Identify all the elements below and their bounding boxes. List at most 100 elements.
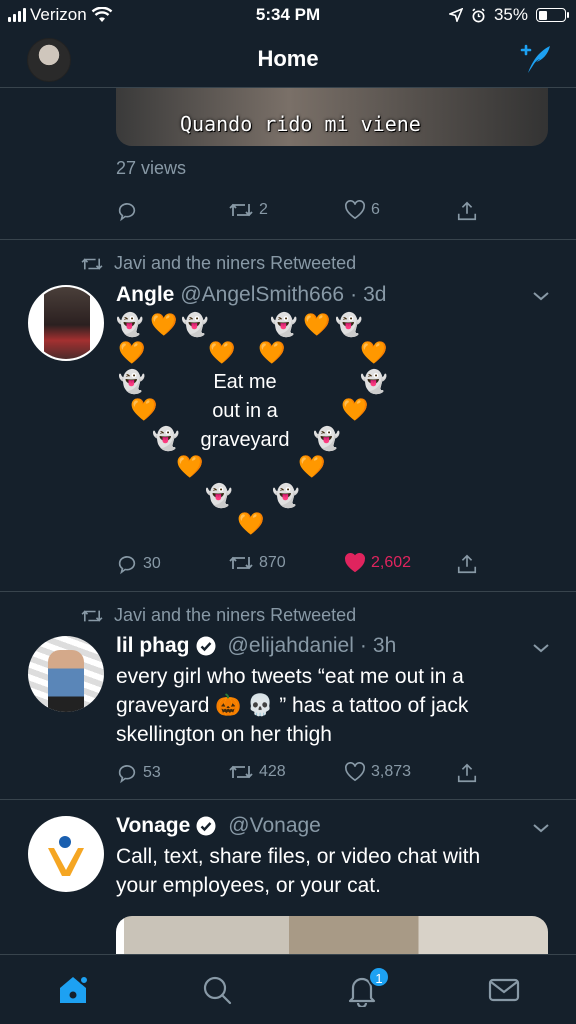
like-icon (345, 762, 365, 782)
share-icon (457, 201, 477, 221)
avatar[interactable] (28, 636, 104, 712)
chevron-down-icon[interactable] (532, 642, 550, 654)
verified-icon (196, 636, 215, 656)
like-count: 3,873 (371, 763, 412, 780)
tweet-text-line: your employees, or your cat. (116, 874, 381, 897)
share-button[interactable] (456, 553, 478, 575)
chevron-down-icon[interactable] (532, 822, 550, 834)
tweet-header: Vonage @Vonage (116, 814, 321, 838)
retweet-icon (229, 765, 253, 779)
divider (0, 591, 576, 592)
orange-heart-emoji: 🧡 (258, 340, 286, 365)
tweet-text-line: every girl who tweets “eat me out in a (116, 665, 464, 688)
like-count: 2,602 (371, 554, 412, 571)
like-icon (345, 200, 365, 220)
like-count: 6 (371, 201, 380, 218)
video-caption: Quando rido mi viene (180, 112, 421, 136)
reply-count: 53 (143, 764, 161, 781)
display-name[interactable]: Vonage (116, 814, 190, 838)
orange-heart-emoji: 🧡 (130, 397, 158, 422)
skull-emoji: 💀 (247, 694, 274, 717)
separator-dot: · (359, 634, 367, 657)
share-icon (457, 554, 477, 574)
reply-button[interactable]: 30 (116, 553, 161, 575)
tweet-header: lil phag @elijahdaniel · 3h (116, 634, 396, 658)
like-button[interactable]: 2,602 (344, 553, 411, 573)
ghost-emoji: 👻 (272, 483, 300, 508)
handle[interactable]: @elijahdaniel (228, 634, 354, 658)
orange-heart-emoji: 🧡 (237, 511, 265, 536)
retweeted-by[interactable]: Javi and the niners Retweeted (80, 605, 356, 626)
divider (0, 239, 576, 240)
retweeted-by-label: Javi and the niners Retweeted (114, 605, 357, 625)
tweet-text-fragment: ” has a tattoo of jack (279, 694, 469, 717)
retweeted-by-label: Javi and the niners Retweeted (114, 253, 357, 273)
ghost-emoji: 👻 (270, 312, 298, 337)
like-button[interactable]: 3,873 (344, 762, 411, 782)
tweet-video-media[interactable]: Quando rido mi viene (116, 88, 548, 146)
top-nav-bar: Home (0, 30, 576, 88)
search-icon[interactable] (200, 973, 234, 1007)
divider (0, 799, 576, 800)
reply-count: 30 (143, 555, 161, 572)
retweet-icon (229, 556, 253, 570)
orange-heart-emoji: 🧡 (176, 454, 204, 479)
verified-icon (196, 816, 216, 836)
compose-icon[interactable] (516, 42, 552, 76)
handle[interactable]: @AngelSmith666 (180, 283, 344, 307)
orange-heart-emoji: 🧡 (341, 397, 369, 422)
orange-heart-emoji: 🧡 (150, 312, 178, 337)
orange-heart-emoji: 🧡 (360, 340, 388, 365)
view-count: 27 views (116, 158, 187, 178)
share-button[interactable] (456, 200, 478, 222)
share-button[interactable] (456, 762, 478, 784)
retweet-button[interactable]: 870 (228, 553, 286, 573)
retweet-button[interactable]: 2 (228, 200, 268, 220)
reply-icon (118, 203, 136, 222)
orange-heart-emoji: 🧡 (303, 312, 331, 337)
home-icon[interactable] (56, 973, 90, 1007)
tweet-text: every girl who tweets “eat me out in a g… (116, 662, 536, 749)
battery-percent: 35% (493, 5, 528, 24)
tweet-text-line: skellington on her thigh (116, 723, 332, 746)
share-icon (457, 763, 477, 783)
like-button[interactable]: 6 (344, 200, 380, 220)
display-name[interactable]: Angle (116, 283, 174, 307)
tweet-actions: 30 870 2,602 (116, 553, 478, 579)
tweet-text-line: Call, text, share files, or video chat w… (116, 845, 481, 868)
battery-icon (536, 8, 569, 22)
ghost-emoji: 👻 (335, 312, 363, 337)
reply-button[interactable] (116, 200, 138, 222)
messages-icon[interactable] (487, 973, 521, 1007)
bottom-tab-bar (0, 954, 576, 1024)
location-icon (448, 8, 463, 22)
chevron-down-icon[interactable] (532, 290, 550, 302)
tweet-image-media[interactable] (116, 916, 548, 958)
tweet-text-line: Eat me (213, 371, 277, 393)
orange-heart-emoji: 🧡 (208, 340, 236, 365)
retweet-icon (81, 609, 103, 622)
avatar[interactable] (28, 816, 104, 892)
ghost-emoji: 👻 (205, 483, 233, 508)
retweet-button[interactable]: 428 (228, 762, 286, 782)
reply-button[interactable]: 53 (116, 762, 161, 784)
ghost-emoji: 👻 (181, 312, 209, 337)
handle[interactable]: @Vonage (228, 814, 321, 838)
reply-icon (118, 765, 136, 784)
ghost-emoji: 👻 (118, 369, 146, 394)
retweet-icon (81, 257, 103, 270)
ghost-emoji: 👻 (152, 426, 180, 451)
orange-heart-emoji: 🧡 (298, 454, 326, 479)
tweet-actions: 53 428 3,873 (116, 762, 478, 788)
retweeted-by[interactable]: Javi and the niners Retweeted (80, 253, 356, 274)
tweet-text-line: graveyard 🎃 💀 ” has a tattoo of jack (116, 691, 536, 720)
pumpkin-emoji: 🎃 (215, 694, 242, 717)
tweet-text-line: out in a (212, 400, 278, 422)
ghost-emoji: 👻 (360, 369, 388, 394)
tweet-text-fragment: graveyard (116, 694, 210, 717)
orange-heart-emoji: 🧡 (118, 340, 146, 365)
avatar[interactable] (28, 285, 104, 361)
display-name[interactable]: lil phag (116, 634, 190, 658)
tweet-time: 3d (363, 283, 387, 306)
tweet-text: Eat me out in a graveyard (195, 368, 295, 455)
